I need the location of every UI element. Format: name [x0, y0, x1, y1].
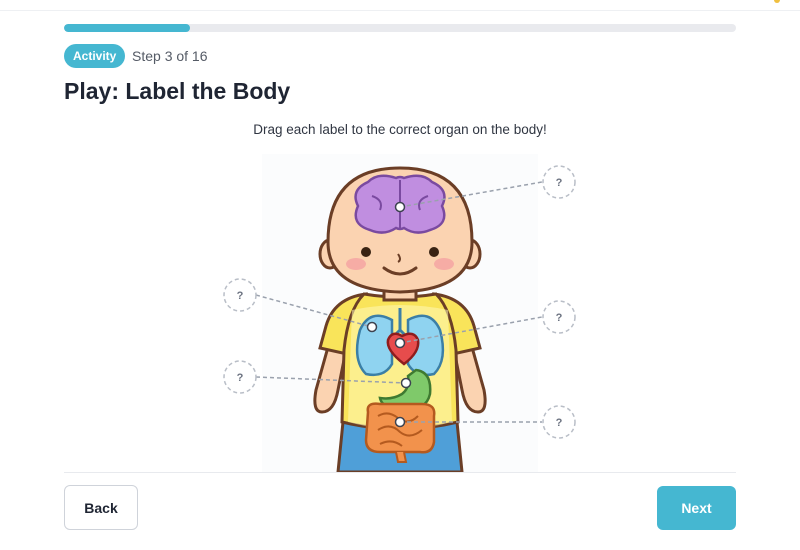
slot-label: ? [556, 312, 563, 324]
slot-label: ? [237, 372, 244, 384]
next-button[interactable]: Next [657, 486, 736, 530]
slot-label: ? [556, 177, 563, 189]
slot-label: ? [237, 290, 244, 302]
progress-bar [64, 24, 736, 32]
drop-slot-intestines[interactable]: ? [542, 405, 576, 439]
activity-badge: Activity [64, 44, 126, 68]
drop-slot-lungs[interactable]: ? [223, 278, 257, 312]
page-title: Play: Label the Body [64, 78, 291, 104]
drop-slot-heart[interactable]: ? [542, 300, 576, 334]
brain-target-point [394, 201, 406, 213]
step-counter: Step 3 of 16 [132, 48, 208, 64]
back-button[interactable]: Back [64, 485, 138, 530]
slot-label: ? [556, 417, 563, 429]
drop-slot-stomach[interactable]: ? [223, 360, 257, 394]
instructions-text: Drag each label to the correct organ on … [253, 122, 547, 137]
body-diagram: ? ? ? ? ? [0, 150, 800, 472]
progress-fill [64, 24, 190, 32]
drop-slot-brain[interactable]: ? [542, 165, 576, 199]
lungs-target-point [366, 321, 378, 333]
top-border [0, 0, 800, 11]
footer-divider [64, 472, 736, 473]
stomach-target-point [400, 377, 412, 389]
intestines-target-point [394, 416, 406, 428]
heart-target-point [394, 337, 406, 349]
